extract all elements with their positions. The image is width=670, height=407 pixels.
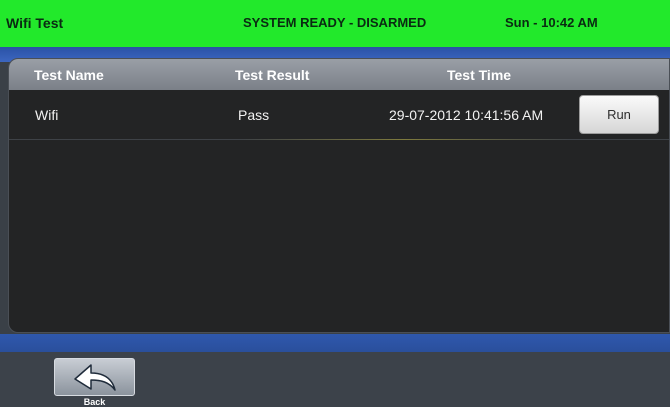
test-time-cell: 29-07-2012 10:41:56 AM (389, 107, 544, 123)
back-button[interactable] (54, 358, 135, 396)
status-bar: Wifi Test SYSTEM READY - DISARMED Sun - … (0, 0, 670, 47)
results-table: Test Name Test Result Test Time Wifi Pas… (8, 58, 670, 333)
column-header-test-time: Test Time (447, 67, 512, 83)
column-header-test-result: Test Result (235, 67, 310, 83)
back-label: Back (83, 397, 106, 407)
footer-bar: Back (0, 352, 670, 407)
page-title: Wifi Test (6, 15, 64, 31)
table-row: Wifi Pass 29-07-2012 10:41:56 AM Run (9, 90, 669, 140)
test-result-cell: Pass (238, 107, 270, 123)
run-button[interactable]: Run (579, 95, 659, 134)
footer-divider (0, 334, 670, 352)
system-status: SYSTEM READY - DISARMED (243, 15, 427, 30)
column-header-test-name: Test Name (34, 67, 104, 83)
back-arrow-icon (73, 364, 116, 391)
row-highlight (239, 139, 569, 140)
clock: Sun - 10:42 AM (505, 15, 598, 30)
table-header: Test Name Test Result Test Time (9, 59, 669, 90)
test-name-cell: Wifi (35, 107, 59, 123)
